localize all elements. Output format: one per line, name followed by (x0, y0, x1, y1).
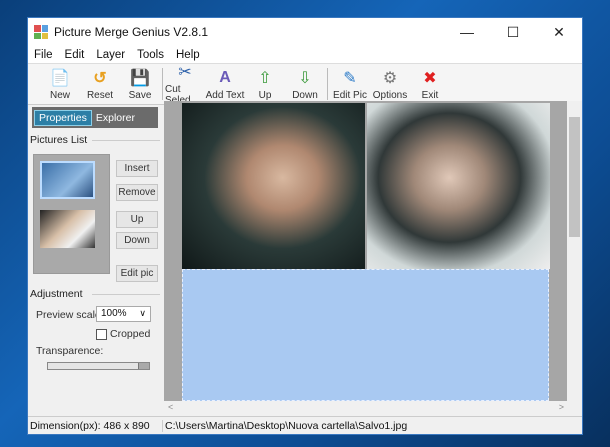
options-label: Options (372, 89, 408, 101)
cropped-label: Cropped (110, 328, 151, 340)
transparence-slider[interactable] (47, 362, 150, 370)
merged-picture-2[interactable] (367, 103, 550, 269)
move-down-button[interactable]: Down (116, 232, 158, 249)
move-up-button[interactable]: Up (116, 211, 158, 228)
tab-properties-label: Properties (39, 111, 87, 124)
menu-edit[interactable]: Edit (59, 49, 91, 61)
exit-label: Exit (421, 89, 439, 101)
preview-scale-select[interactable]: 100% ∨ (96, 306, 151, 322)
properties-panel: Properties Explorer Pictures List Insert… (28, 107, 162, 417)
edit-picture-icon: ✎ (343, 69, 357, 87)
down-button[interactable]: ⇩ Down (285, 68, 325, 101)
scroll-left-button[interactable]: < (168, 402, 173, 412)
close-button[interactable]: ✕ (536, 24, 582, 41)
add-text-label: Add Text (205, 89, 245, 101)
preview-scale-label: Preview scale: (36, 309, 104, 321)
window-title: Picture Merge Genius V2.8.1 (54, 25, 209, 39)
edit-pic-button[interactable]: ✎ Edit Pic (330, 68, 370, 101)
toolbar: 📄 New ↺ Reset 💾 Save ✂Cut Seled A Add Text ⇧… (28, 62, 582, 106)
adjustment-label: Adjustment (30, 288, 162, 300)
app-window: Picture Merge Genius V2.8.1 — ☐ ✕ File E… (27, 17, 583, 435)
edit-pic-panel-button[interactable]: Edit pic (116, 265, 158, 282)
status-bar: Dimension(px): 486 x 890 C:\Users\Martin… (28, 416, 582, 434)
save-button[interactable]: 💾 Save (120, 68, 160, 101)
cut-selected-button[interactable]: ✂Cut Seled (165, 62, 205, 106)
pictures-list[interactable] (33, 154, 110, 274)
chevron-down-icon: ∨ (139, 308, 146, 318)
toolbar-separator (327, 68, 328, 100)
reset-button[interactable]: ↺ Reset (80, 68, 120, 101)
layer-down-icon: ⇩ (298, 69, 312, 87)
exit-icon: ✖ (423, 69, 437, 87)
menu-layer[interactable]: Layer (90, 49, 131, 61)
scissors-icon: ✂ (178, 64, 192, 81)
down-label: Down (292, 89, 318, 101)
preview-scale-value: 100% (101, 308, 127, 319)
menu-tools[interactable]: Tools (131, 49, 170, 61)
app-icon (34, 25, 48, 39)
scrollbar-thumb[interactable] (569, 117, 580, 237)
save-label: Save (128, 89, 152, 101)
tab-explorer[interactable]: Explorer (92, 110, 139, 126)
minimize-button[interactable]: — (444, 24, 490, 41)
up-button[interactable]: ⇧ Up (245, 68, 285, 101)
picture-thumbnail-2[interactable] (40, 210, 95, 248)
empty-canvas-area (182, 269, 549, 401)
title-bar: Picture Merge Genius V2.8.1 — ☐ ✕ (28, 18, 582, 46)
file-path-status: C:\Users\Martina\Desktop\Nuova cartella\… (162, 419, 409, 432)
reset-icon: ↺ (93, 69, 107, 87)
tab-properties[interactable]: Properties (34, 109, 92, 126)
menu-bar: File Edit Layer Tools Help (28, 46, 582, 64)
gear-icon: ⚙ (382, 69, 398, 87)
add-text-button[interactable]: A Add Text (205, 68, 245, 101)
dimension-status: Dimension(px): 486 x 890 (30, 419, 150, 432)
exit-button[interactable]: ✖ Exit (410, 68, 450, 101)
pictures-list-label: Pictures List (30, 134, 162, 146)
slider-thumb[interactable] (138, 363, 149, 369)
remove-button[interactable]: Remove (116, 184, 158, 201)
text-icon: A (219, 68, 231, 86)
layer-up-icon: ⇧ (258, 69, 272, 87)
reset-label: Reset (86, 89, 114, 101)
panel-tabs: Properties Explorer (32, 107, 158, 128)
new-label: New (49, 89, 70, 101)
maximize-button[interactable]: ☐ (490, 24, 536, 41)
new-button[interactable]: 📄 New (40, 68, 80, 101)
options-button[interactable]: ⚙ Options (370, 68, 410, 101)
edit-pic-label: Edit Pic (333, 89, 367, 101)
new-file-icon: 📄 (50, 69, 70, 87)
transparence-label: Transparence: (36, 345, 104, 357)
horizontal-scrollbar[interactable]: < > (164, 401, 582, 415)
scroll-right-button[interactable]: > (559, 402, 564, 412)
preview-canvas[interactable] (164, 101, 567, 401)
insert-button[interactable]: Insert (116, 160, 158, 177)
picture-thumbnail-1[interactable] (40, 161, 95, 199)
menu-file[interactable]: File (28, 49, 59, 61)
merged-picture-1[interactable] (182, 103, 365, 269)
toolbar-separator (162, 68, 163, 100)
vertical-scrollbar[interactable] (567, 101, 582, 401)
menu-help[interactable]: Help (170, 49, 206, 61)
save-icon: 💾 (130, 69, 150, 87)
tab-explorer-label: Explorer (95, 111, 135, 124)
cropped-checkbox[interactable] (96, 329, 107, 340)
up-label: Up (258, 89, 272, 101)
